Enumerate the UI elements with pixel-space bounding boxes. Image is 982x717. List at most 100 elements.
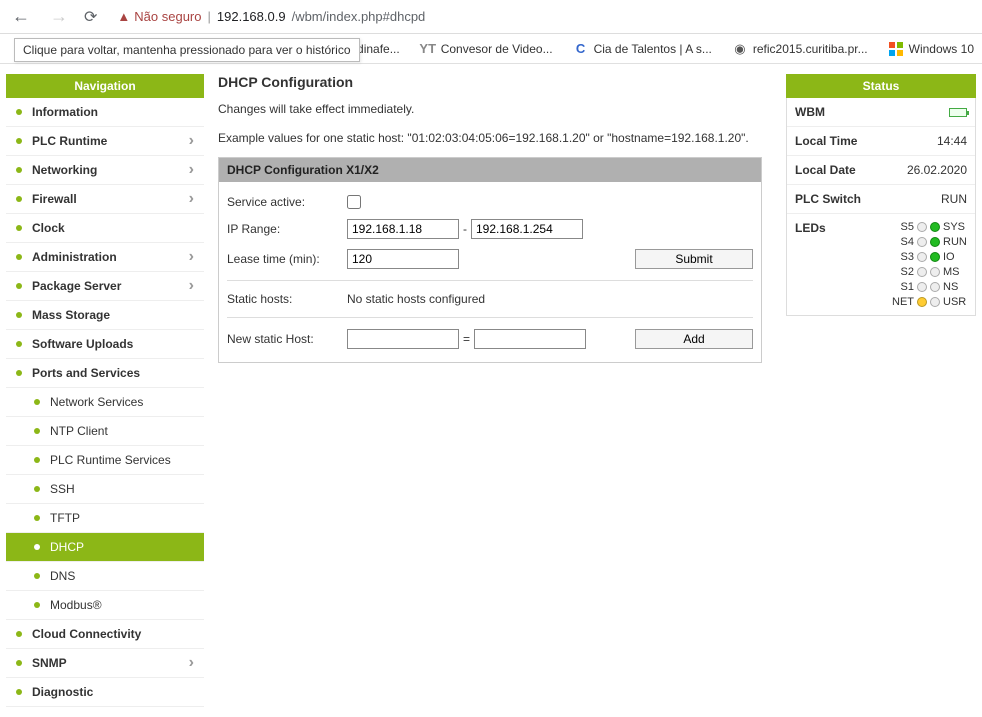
forward-button[interactable]: → <box>46 4 72 29</box>
sidebar-item[interactable]: Mass Storage <box>6 301 204 330</box>
sidebar-item[interactable]: Software Uploads <box>6 330 204 359</box>
lease-time-label: Lease time (min): <box>227 252 347 266</box>
led-indicator <box>917 252 927 262</box>
led-label: USR <box>943 296 967 308</box>
nav-item-label: Ports and Services <box>32 366 140 380</box>
plc-switch-label: PLC Switch <box>795 192 861 206</box>
sidebar-item[interactable]: Clock <box>6 214 204 243</box>
sidebar-subitem[interactable]: PLC Runtime Services <box>6 446 204 475</box>
nav-item-label: PLC Runtime Services <box>50 453 171 467</box>
led-row: S1NS <box>892 281 967 293</box>
chevron-right-icon: › <box>189 252 194 262</box>
nav-item-label: NTP Client <box>50 424 108 438</box>
nav-dot-icon <box>16 631 22 637</box>
submit-button[interactable]: Submit <box>635 249 753 269</box>
nav-dot-icon <box>16 196 22 202</box>
add-button[interactable]: Add <box>635 329 753 349</box>
nav-item-label: TFTP <box>50 511 80 525</box>
new-host-ip-input[interactable] <box>474 329 586 349</box>
new-static-host-label: New static Host: <box>227 332 347 346</box>
led-label: S1 <box>892 281 914 293</box>
local-date-label: Local Date <box>795 163 856 177</box>
sidebar-item[interactable]: SNMP › <box>6 649 204 678</box>
sidebar: Navigation InformationPLC Runtime›Networ… <box>6 74 204 707</box>
led-indicator <box>930 222 940 232</box>
url-path: /wbm/index.php#dhcpd <box>292 9 426 24</box>
sidebar-item[interactable]: Networking› <box>6 156 204 185</box>
nav-dot-icon <box>16 660 22 666</box>
service-active-label: Service active: <box>227 195 347 209</box>
sidebar-item[interactable]: Package Server› <box>6 272 204 301</box>
nav-dot-icon <box>16 312 22 318</box>
local-time-label: Local Time <box>795 134 857 148</box>
nav-item-label: SNMP <box>32 656 67 670</box>
nav-dot-icon <box>16 341 22 347</box>
security-indicator: ▲ Não seguro <box>117 9 201 24</box>
nav-item-label: Software Uploads <box>32 337 133 351</box>
nav-dot-icon <box>34 457 40 463</box>
sidebar-item[interactable]: Diagnostic <box>6 678 204 707</box>
sidebar-subitem[interactable]: SSH <box>6 475 204 504</box>
sidebar-item[interactable]: Information <box>6 98 204 127</box>
sidebar-subitem[interactable]: DHCP <box>6 533 204 562</box>
bookmark-item[interactable]: CCia de Talentos | A s... <box>573 41 712 57</box>
led-label: S2 <box>892 266 914 278</box>
led-row: NET USR <box>892 296 967 308</box>
sidebar-item[interactable]: Firewall› <box>6 185 204 214</box>
sidebar-subitem[interactable]: Network Services <box>6 388 204 417</box>
nav-item-label: Information <box>32 105 98 119</box>
back-button[interactable]: ← <box>8 4 34 29</box>
wbm-label: WBM <box>795 105 825 119</box>
bookmark-item[interactable]: YTConvesor de Video... <box>420 41 553 57</box>
sidebar-subitem[interactable]: Modbus® <box>6 591 204 620</box>
browser-toolbar: ← → ⟳ ▲ Não seguro | 192.168.0.9/wbm/ind… <box>0 0 982 34</box>
bookmark-item[interactable]: ◉refic2015.curitiba.pr... <box>732 41 868 57</box>
nav-item-label: Mass Storage <box>32 308 110 322</box>
bookmark-item[interactable]: dinafe... <box>357 42 400 56</box>
static-hosts-label: Static hosts: <box>227 292 347 306</box>
sidebar-subitem[interactable]: DNS <box>6 562 204 591</box>
nav-dot-icon <box>16 283 22 289</box>
led-indicator <box>917 297 927 307</box>
nav-item-label: Diagnostic <box>32 685 93 699</box>
range-separator: - <box>461 222 469 236</box>
sidebar-item[interactable]: Ports and Services <box>6 359 204 388</box>
chevron-right-icon: › <box>189 165 194 175</box>
reload-button[interactable]: ⟳ <box>84 7 97 27</box>
lease-time-input[interactable] <box>347 249 459 269</box>
chevron-right-icon: › <box>189 658 194 668</box>
nav-dot-icon <box>16 109 22 115</box>
led-label: NET <box>892 296 914 308</box>
led-indicator <box>930 267 940 277</box>
nav-dot-icon <box>34 602 40 608</box>
local-time-value: 14:44 <box>937 134 967 148</box>
local-date-value: 26.02.2020 <box>907 163 967 177</box>
service-active-checkbox[interactable] <box>347 195 361 209</box>
sidebar-subitem[interactable]: TFTP <box>6 504 204 533</box>
page-note: Changes will take effect immediately. <box>218 102 762 116</box>
globe-icon: ◉ <box>732 41 748 57</box>
ip-range-to-input[interactable] <box>471 219 583 239</box>
led-row: S2MS <box>892 266 967 278</box>
led-indicator <box>930 252 940 262</box>
address-bar[interactable]: ▲ Não seguro | 192.168.0.9/wbm/index.php… <box>109 5 974 28</box>
sidebar-subitem[interactable]: NTP Client <box>6 417 204 446</box>
leds-label: LEDs <box>795 221 826 235</box>
new-host-mac-input[interactable] <box>347 329 459 349</box>
led-label: S5 <box>892 221 914 233</box>
not-secure-label: Não seguro <box>134 9 201 24</box>
bookmark-icon: C <box>573 41 589 57</box>
status-header: Status <box>786 74 976 98</box>
led-label: RUN <box>943 236 967 248</box>
ip-range-from-input[interactable] <box>347 219 459 239</box>
chevron-right-icon: › <box>189 281 194 291</box>
sidebar-item[interactable]: PLC Runtime› <box>6 127 204 156</box>
back-tooltip: Clique para voltar, mantenha pressionado… <box>14 38 360 62</box>
sidebar-item[interactable]: Administration› <box>6 243 204 272</box>
nav-item-label: DHCP <box>50 540 84 554</box>
bookmark-item[interactable]: Windows 10 <box>888 41 974 57</box>
sidebar-item[interactable]: Cloud Connectivity <box>6 620 204 649</box>
bookmark-icon: YT <box>420 41 436 57</box>
nav-dot-icon <box>16 254 22 260</box>
led-indicator <box>917 237 927 247</box>
